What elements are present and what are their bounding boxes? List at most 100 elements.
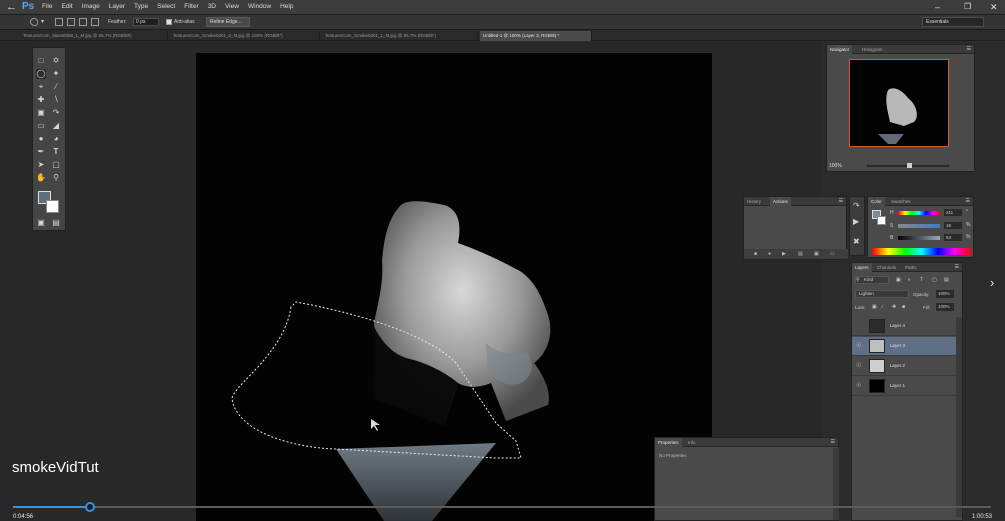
intersect-selection-icon[interactable] (91, 18, 99, 26)
quick-mask-icon[interactable]: ▣ (36, 218, 46, 228)
pen-tool-icon[interactable]: ✒ (36, 147, 46, 157)
fill-input[interactable]: 100% (936, 303, 954, 311)
history-panel-icon[interactable]: ↷ (853, 201, 860, 210)
menu-item-type[interactable]: Type (134, 2, 148, 12)
zoom-tool-icon[interactable]: ⚲ (51, 173, 61, 183)
record-icon[interactable]: ● (768, 251, 771, 257)
panel-menu-icon[interactable]: ☰ (831, 440, 835, 445)
marquee-tool-icon[interactable]: □ (36, 56, 46, 66)
navigator-zoom[interactable]: 100% (829, 163, 842, 169)
tab-color[interactable]: Color (868, 197, 885, 206)
refine-edge-button[interactable]: Refine Edge... (206, 17, 250, 27)
healing-tool-icon[interactable]: ✚ (36, 95, 46, 105)
filter-pixel-icon[interactable]: ▣ (896, 277, 901, 283)
bucket-tool-icon[interactable]: ◢ (51, 121, 61, 131)
lock-pixels-icon[interactable]: ∕ (882, 304, 883, 310)
menu-item-edit[interactable]: Edit (61, 2, 72, 12)
tab-histogram[interactable]: Histogram (859, 45, 886, 54)
filter-type-icon[interactable]: T (920, 277, 923, 283)
tab-untitled-1[interactable]: Untitled-1 @ 100% (Layer 3, RGB/8) * (480, 31, 592, 41)
zoom-slider-thumb[interactable] (907, 163, 912, 168)
tab-smoke-1[interactable]: TexturesCom_Smoke0401_1_M.jpg @ 66.7% (R… (322, 31, 478, 41)
navigator-preview[interactable] (849, 59, 949, 147)
menu-item-layer[interactable]: Layer (109, 2, 125, 12)
stamp-tool-icon[interactable]: ▣ (36, 108, 46, 118)
layer-row[interactable]: ☉ Layer 3 (852, 337, 956, 356)
properties-scrollbar[interactable] (833, 448, 839, 520)
tab-smoke-6[interactable]: TexturesCom_Smoke0401_6_M.jpg @ 100% (RG… (170, 31, 320, 41)
brush-tool-icon[interactable]: ∖ (51, 95, 61, 105)
b-value[interactable]: 53 (944, 234, 962, 241)
color-spectrum[interactable] (872, 248, 971, 255)
lasso-preset-icon[interactable] (30, 18, 38, 26)
maximize-icon[interactable]: ❐ (964, 2, 971, 12)
path-select-tool-icon[interactable]: ➤ (36, 160, 46, 170)
menu-item-image[interactable]: Image (82, 2, 100, 12)
layer-row[interactable]: ☉ Layer 1 (852, 377, 956, 396)
eye-icon[interactable]: ☉ (856, 383, 862, 389)
lock-all-icon[interactable]: ■ (902, 304, 905, 310)
tab-layers[interactable]: Layers (852, 263, 872, 272)
h-slider[interactable] (898, 211, 940, 215)
shape-tool-icon[interactable]: ▢ (51, 160, 61, 170)
menu-item-3d[interactable]: 3D (208, 2, 216, 12)
panel-menu-icon[interactable]: ☰ (966, 199, 970, 204)
visibility-off-icon[interactable] (856, 323, 862, 329)
tab-channels[interactable]: Channels (874, 263, 899, 272)
tools-preset-icon[interactable]: ✖ (853, 237, 860, 246)
tab-paths[interactable]: Paths (902, 263, 920, 272)
minimize-icon[interactable]: – (935, 2, 940, 12)
video-progress-handle[interactable] (85, 502, 95, 512)
tab-info[interactable]: Info (685, 438, 699, 447)
eye-icon[interactable]: ☉ (856, 343, 862, 349)
menu-item-select[interactable]: Select (157, 2, 175, 12)
actions-panel-icon[interactable]: ▶ (853, 217, 859, 226)
opacity-input[interactable]: 100% (936, 290, 954, 298)
tab-properties[interactable]: Properties (655, 438, 682, 447)
blur-tool-icon[interactable]: ● (36, 134, 46, 144)
filter-adjust-icon[interactable]: ◐ (908, 277, 911, 283)
next-arrow-icon[interactable]: › (990, 276, 994, 290)
tab-history[interactable]: History (744, 197, 764, 206)
eye-icon[interactable]: ☉ (856, 363, 862, 369)
tab-actions[interactable]: Actions (770, 197, 791, 206)
s-slider[interactable] (898, 224, 940, 228)
video-progress-track[interactable] (13, 506, 991, 508)
filter-shape-icon[interactable]: ▢ (932, 277, 937, 283)
close-icon[interactable]: ✕ (990, 2, 998, 12)
trash-icon[interactable]: ▭ (830, 251, 835, 257)
history-brush-tool-icon[interactable]: ↷ (51, 108, 61, 118)
layer-row[interactable]: Layer 4 (852, 317, 956, 336)
bg-color-chip[interactable] (877, 216, 886, 225)
b-slider[interactable] (898, 236, 940, 240)
menu-item-file[interactable]: File (42, 2, 52, 12)
blend-mode-select[interactable]: Lighten (855, 290, 909, 298)
layer-name[interactable]: Layer 1 (890, 382, 905, 390)
layer-name[interactable]: Layer 4 (890, 322, 905, 330)
layer-row[interactable]: ☉ Layer 2 (852, 357, 956, 376)
new-action-icon[interactable]: ▣ (814, 251, 819, 257)
subtract-selection-icon[interactable] (79, 18, 87, 26)
menu-item-view[interactable]: View (225, 2, 239, 12)
lasso-tool-icon[interactable]: ◯ (36, 69, 46, 79)
filter-smart-icon[interactable]: ▤ (944, 277, 949, 283)
eraser-tool-icon[interactable]: ▭ (36, 121, 46, 131)
feather-input[interactable]: 0 px (133, 18, 159, 26)
panel-menu-icon[interactable]: ☰ (967, 47, 971, 52)
play-icon[interactable]: ▶ (782, 251, 786, 257)
move-tool-icon[interactable]: ✡ (51, 56, 61, 66)
panel-menu-icon[interactable]: ☰ (955, 265, 959, 270)
crop-tool-icon[interactable]: ⌖ (36, 82, 46, 92)
chevron-down-icon[interactable]: ▾ (41, 18, 44, 26)
stop-icon[interactable]: ■ (754, 251, 757, 257)
hand-tool-icon[interactable]: ✋ (36, 173, 46, 183)
background-color-swatch[interactable] (46, 200, 59, 213)
lock-position-icon[interactable]: ✚ (892, 304, 896, 310)
tab-skies[interactable]: TexturesCom_Skies0058_1_M.jpg @ 66.7% (R… (20, 31, 168, 41)
type-tool-icon[interactable]: T (51, 147, 61, 157)
menu-item-filter[interactable]: Filter (184, 2, 198, 12)
folder-icon[interactable]: ▤ (798, 251, 803, 257)
dodge-tool-icon[interactable]: ◕ (51, 134, 61, 144)
document-canvas[interactable] (196, 53, 712, 521)
kind-filter-select[interactable]: Kind (855, 276, 889, 284)
